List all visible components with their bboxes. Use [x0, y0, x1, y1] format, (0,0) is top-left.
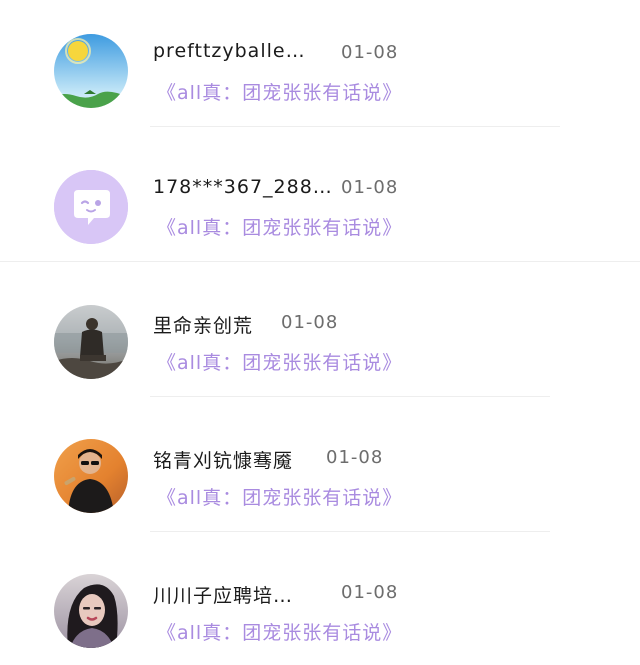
list-item[interactable]: prefttzyballe… 01-08 《all真：团宠张张有话说》 [0, 0, 640, 135]
contact-name: 178***367_288… [153, 176, 333, 198]
message-preview: 《all真：团宠张张有话说》 [157, 82, 403, 104]
divider [150, 126, 560, 127]
conversation-list: prefttzyballe… 01-08 《all真：团宠张张有话说》 178*… [0, 0, 640, 665]
speech-bubble-face-avatar-icon [54, 170, 128, 244]
woman-portrait-avatar-icon [54, 574, 128, 648]
contact-name: 川川子应聘培… [153, 585, 294, 607]
list-item[interactable]: 178***367_288… 01-08 《all真：团宠张张有话说》 [0, 135, 640, 270]
contact-name: 铭青刈钪慷骞魇 [153, 450, 294, 472]
divider [150, 531, 550, 532]
man-with-sunglasses-avatar-icon [54, 439, 128, 513]
message-date: 01-08 [341, 42, 399, 63]
list-item[interactable]: 铭青刈钪慷骞魇 01-08 《all真：团宠张张有话说》 [0, 405, 640, 540]
sunny-landscape-avatar-icon [54, 34, 128, 108]
message-preview: 《all真：团宠张张有话说》 [157, 487, 403, 509]
list-item[interactable]: 川川子应聘培… 01-08 《all真：团宠张张有话说》 [0, 540, 640, 665]
list-item[interactable]: 里命亲创荒 01-08 《all真：团宠张张有话说》 [0, 270, 640, 405]
divider [0, 261, 640, 262]
message-date: 01-08 [326, 447, 384, 468]
contact-name: prefttzyballe… [153, 40, 306, 62]
message-preview: 《all真：团宠张张有话说》 [157, 352, 403, 374]
person-by-sea-avatar-icon [54, 305, 128, 379]
message-preview: 《all真：团宠张张有话说》 [157, 217, 403, 239]
message-preview: 《all真：团宠张张有话说》 [157, 622, 403, 644]
message-date: 01-08 [341, 582, 399, 603]
contact-name: 里命亲创荒 [153, 315, 254, 337]
divider [150, 396, 550, 397]
message-date: 01-08 [341, 177, 399, 198]
message-date: 01-08 [281, 312, 339, 333]
